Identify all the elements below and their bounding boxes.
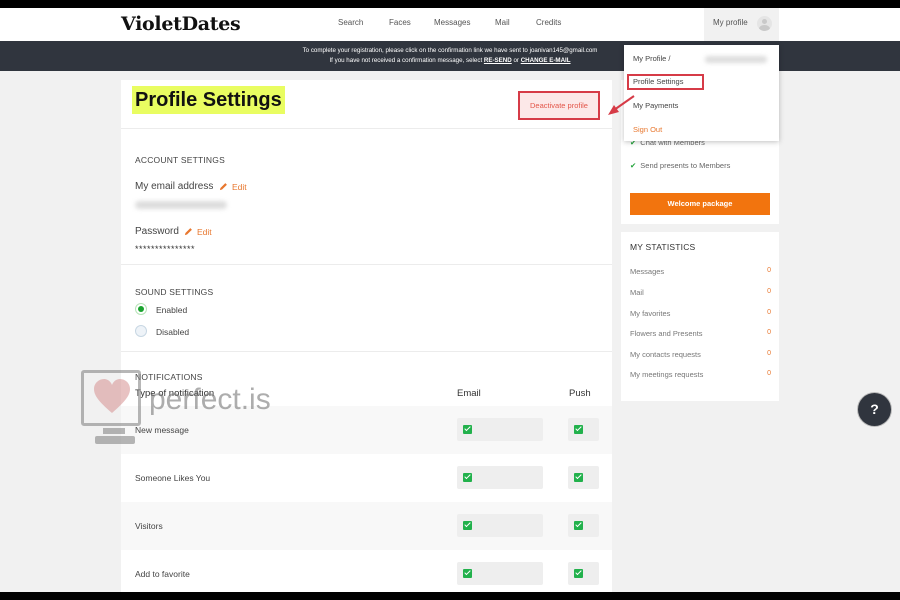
email-label: My email address (135, 181, 214, 192)
change-email-link[interactable]: CHANGE E-MAIL (521, 57, 571, 64)
email-checkbox[interactable] (457, 562, 543, 585)
edit-email-button[interactable]: Edit (219, 182, 247, 192)
check-icon (574, 473, 583, 482)
stat-row[interactable]: Flowers and Presents 0 (630, 329, 771, 338)
sound-enabled-label: Enabled (156, 305, 188, 315)
nav-credits[interactable]: Credits (536, 18, 561, 27)
title-highlight: Profile Settings (132, 86, 285, 114)
nav-faces[interactable]: Faces (389, 18, 411, 27)
pencil-icon (184, 228, 192, 236)
push-checkbox[interactable] (568, 562, 599, 585)
nav-messages[interactable]: Messages (434, 18, 470, 27)
divider (121, 351, 612, 352)
statistics-card: MY STATISTICS Messages 0 Mail 0 My favorit… (621, 232, 779, 401)
notification-label: Add to favorite (135, 569, 190, 579)
annotation-arrow-icon (608, 95, 635, 115)
password-value: *************** (135, 244, 196, 254)
my-profile-label: My profile (713, 18, 748, 27)
account-settings-heading: ACCOUNT SETTINGS (135, 155, 225, 165)
check-icon (463, 425, 472, 434)
notification-label: New message (135, 425, 189, 435)
menu-item-profile-settings[interactable]: Profile Settings (633, 77, 683, 86)
stat-row[interactable]: Messages 0 (630, 267, 771, 276)
pencil-icon (219, 183, 227, 191)
profile-settings-panel: Profile Settings Deactivate profile ACCO… (121, 80, 612, 592)
check-icon (463, 473, 472, 482)
divider (121, 128, 612, 129)
stat-count: 0 (767, 267, 771, 274)
sound-disabled-label: Disabled (156, 327, 190, 337)
stat-row[interactable]: My meetings requests 0 (630, 370, 771, 379)
deactivate-profile-button[interactable]: Deactivate profile (518, 91, 600, 120)
site-logo[interactable]: VioletDates (121, 13, 241, 35)
page-title: Profile Settings (135, 89, 282, 111)
push-checkbox[interactable] (568, 418, 599, 441)
top-navbar: VioletDates Search Faces Messages Mail C… (0, 8, 900, 41)
menu-item-sign-out[interactable]: Sign Out (633, 125, 662, 134)
feature-item: ✔ Send presents to Members (630, 161, 731, 170)
check-icon (574, 521, 583, 530)
col-type-header: Type of notification (135, 388, 215, 399)
stat-row[interactable]: My favorites 0 (630, 309, 771, 318)
check-icon (574, 569, 583, 578)
help-button[interactable]: ? (858, 393, 891, 426)
stat-count: 0 (767, 329, 771, 336)
notification-row: Add to favorite (121, 550, 612, 592)
stat-row[interactable]: Mail 0 (630, 288, 771, 297)
notification-row: New message (121, 406, 612, 454)
check-icon (463, 569, 472, 578)
nav-mail[interactable]: Mail (495, 18, 510, 27)
username-blurred (705, 56, 767, 63)
notification-row: Someone Likes You (121, 454, 612, 502)
check-icon: ✔ (630, 161, 637, 170)
email-checkbox[interactable] (457, 514, 543, 537)
col-email-header: Email (457, 388, 481, 399)
statistics-heading: MY STATISTICS (630, 242, 696, 252)
stat-count: 0 (767, 370, 771, 377)
sound-settings-heading: SOUND SETTINGS (135, 287, 214, 297)
stat-row[interactable]: My contacts requests 0 (630, 350, 771, 359)
email-value-blurred (135, 201, 227, 209)
stat-count: 0 (767, 288, 771, 295)
nav-search[interactable]: Search (338, 18, 363, 27)
divider (121, 264, 612, 265)
email-checkbox[interactable] (457, 466, 543, 489)
password-label: Password (135, 226, 179, 237)
notification-row: Visitors (121, 502, 612, 550)
notification-label: Visitors (135, 521, 163, 531)
notification-label: Someone Likes You (135, 473, 211, 483)
col-push-header: Push (569, 388, 591, 399)
check-icon (463, 521, 472, 530)
email-checkbox[interactable] (457, 418, 543, 441)
sound-enabled-radio[interactable] (135, 303, 147, 315)
sound-disabled-radio[interactable] (135, 325, 147, 337)
menu-item-my-profile[interactable]: My Profile / (633, 54, 671, 63)
my-profile-menu-button[interactable]: My profile (704, 8, 779, 41)
welcome-package-button[interactable]: Welcome package (630, 193, 770, 215)
stat-count: 0 (767, 309, 771, 316)
push-checkbox[interactable] (568, 466, 599, 489)
check-icon (574, 425, 583, 434)
push-checkbox[interactable] (568, 514, 599, 537)
page: VioletDates Search Faces Messages Mail C… (0, 8, 900, 592)
stat-count: 0 (767, 350, 771, 357)
notifications-heading: NOTIFICATIONS (135, 372, 203, 382)
edit-password-button[interactable]: Edit (184, 227, 212, 237)
avatar-icon (757, 16, 772, 31)
resend-link[interactable]: RE-SEND (484, 57, 512, 64)
